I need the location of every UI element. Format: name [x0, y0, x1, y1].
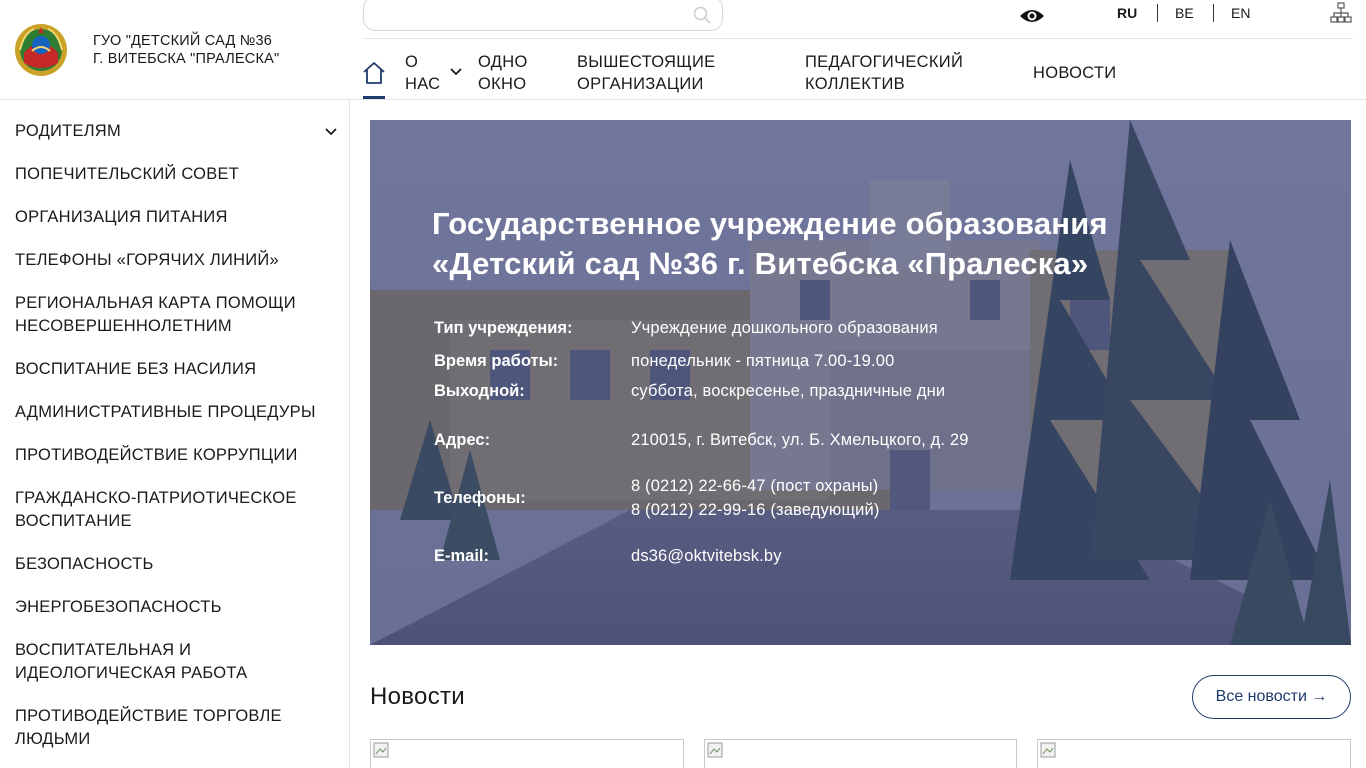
sidebar-item-label: ПРОТИВОДЕЙСТВИЕ КОРРУПЦИИ: [15, 446, 298, 464]
hero-title-line: «Детский сад №36 г. Витебска «Пралеска»: [432, 246, 1089, 281]
sidebar-item-hotlines[interactable]: ТЕЛЕФОНЫ «ГОРЯЧИХ ЛИНИЙ»: [15, 249, 335, 272]
chevron-down-icon[interactable]: [324, 127, 338, 137]
lang-ru[interactable]: RU: [1117, 4, 1137, 22]
info-value-hours: понедельник - пятница 7.00-19.00: [631, 352, 895, 370]
nav-item-about[interactable]: О НАС: [405, 51, 440, 95]
sidebar-item-label: РОДИТЕЛЯМ: [15, 122, 121, 140]
hero-banner: Государственное учреждение образования «…: [370, 120, 1351, 645]
news-card[interactable]: [704, 739, 1017, 768]
home-icon[interactable]: [362, 60, 386, 86]
search-input[interactable]: [364, 0, 664, 30]
coat-of-arms-logo[interactable]: [14, 23, 68, 77]
eye-icon[interactable]: [1019, 6, 1045, 26]
info-label-phones: Телефоны:: [434, 489, 526, 507]
hero-title: Государственное учреждение образования «…: [432, 204, 1292, 284]
nav-label-line: ПЕДАГОГИЧЕСКИЙ: [805, 53, 964, 71]
org-name-line1: ГУО "ДЕТСКИЙ САД №36: [93, 33, 273, 49]
all-news-button[interactable]: Все новости →: [1192, 675, 1351, 719]
info-label-address: Адрес:: [434, 431, 491, 449]
sidebar-item-ideological-work[interactable]: ВОСПИТАТЕЛЬНАЯ И ИДЕОЛОГИЧЕСКАЯ РАБОТА: [15, 639, 335, 685]
lang-be[interactable]: BE: [1175, 4, 1194, 22]
lang-divider: [1157, 4, 1158, 22]
nav-label-line: ОРГАНИЗАЦИИ: [577, 75, 704, 93]
sidebar-item-label: ПОПЕЧИТЕЛЬСКИЙ СОВЕТ: [15, 165, 240, 183]
nav-item-teaching-staff[interactable]: ПЕДАГОГИЧЕСКИЙ КОЛЛЕКТИВ: [805, 51, 963, 95]
sidebar-item-parents[interactable]: РОДИТЕЛЯМ: [15, 120, 335, 143]
sitemap-icon[interactable]: [1330, 2, 1352, 24]
sidebar-item-regional-help-map[interactable]: РЕГИОНАЛЬНАЯ КАРТА ПОМОЩИ НЕСОВЕРШЕННОЛЕ…: [15, 292, 335, 338]
sidebar-item-label: ТЕЛЕФОНЫ «ГОРЯЧИХ ЛИНИЙ»: [15, 251, 279, 269]
nav-label-line: ОДНО: [478, 53, 528, 71]
nav-label-line: О: [405, 53, 419, 71]
search-box: [363, 0, 723, 31]
nav-label-line: КОЛЛЕКТИВ: [805, 75, 905, 93]
sidebar-item-label: ЛЮДЬМИ: [15, 730, 91, 748]
sidebar-item-label: АДМИНИСТРАТИВНЫЕ ПРОЦЕДУРЫ: [15, 403, 316, 421]
news-card[interactable]: [370, 739, 684, 768]
broken-image-icon: [373, 742, 389, 758]
sidebar-item-safety[interactable]: БЕЗОПАСНОСТЬ: [15, 553, 335, 576]
sidebar-item-label: ГРАЖДАНСКО-ПАТРИОТИЧЕСКОЕ: [15, 489, 297, 507]
sidebar-item-energy-safety[interactable]: ЭНЕРГОБЕЗОПАСНОСТЬ: [15, 596, 335, 619]
nav-item-higher-organizations[interactable]: ВЫШЕСТОЯЩИЕ ОРГАНИЗАЦИИ: [577, 51, 715, 95]
news-card[interactable]: [1037, 739, 1351, 768]
info-label-type: Тип учреждения:: [434, 319, 573, 337]
site-header: ГУО "ДЕТСКИЙ САД №36 Г. ВИТЕБСКА "ПРАЛЕС…: [0, 0, 1366, 100]
nav-item-news[interactable]: НОВОСТИ: [1033, 62, 1116, 84]
sidebar-item-board-of-trustees[interactable]: ПОПЕЧИТЕЛЬСКИЙ СОВЕТ: [15, 163, 335, 186]
info-label-days-off: Выходной:: [434, 382, 525, 400]
header-divider: [363, 38, 1353, 39]
info-label-hours: Время работы:: [434, 352, 559, 370]
sidebar-item-anti-corruption[interactable]: ПРОТИВОДЕЙСТВИЕ КОРРУПЦИИ: [15, 444, 335, 467]
info-label-email: E-mail:: [434, 547, 490, 565]
sidebar-item-label: ВОСПИТАНИЕ БЕЗ НАСИЛИЯ: [15, 360, 257, 378]
broken-image-icon: [1040, 742, 1056, 758]
sidebar-item-label: НЕСОВЕРШЕННОЛЕТНИМ: [15, 317, 232, 335]
sidebar-item-admin-procedures[interactable]: АДМИНИСТРАТИВНЫЕ ПРОЦЕДУРЫ: [15, 401, 335, 424]
org-name-line2: Г. ВИТЕБСКА "ПРАЛЕСКА": [93, 51, 280, 67]
lang-en[interactable]: EN: [1231, 4, 1250, 22]
info-value-days-off: суббота, воскресенье, праздничные дни: [631, 382, 946, 400]
chevron-down-icon[interactable]: [450, 67, 462, 77]
nav-label-line: ОКНО: [478, 75, 527, 93]
sidebar-item-label: ВОСПИТАНИЕ: [15, 512, 132, 530]
sidebar-item-label: ИДЕОЛОГИЧЕСКАЯ РАБОТА: [15, 664, 248, 682]
sidebar-item-patriotic-education[interactable]: ГРАЖДАНСКО-ПАТРИОТИЧЕСКОЕ ВОСПИТАНИЕ: [15, 487, 335, 533]
sidebar-item-catering[interactable]: ОРГАНИЗАЦИЯ ПИТАНИЯ: [15, 206, 335, 229]
sidebar-item-label: ОРГАНИЗАЦИЯ ПИТАНИЯ: [15, 208, 228, 226]
sidebar-item-no-violence[interactable]: ВОСПИТАНИЕ БЕЗ НАСИЛИЯ: [15, 358, 335, 381]
sidebar-item-label: РЕГИОНАЛЬНАЯ КАРТА ПОМОЩИ: [15, 294, 296, 312]
info-value-type: Учреждение дошкольного образования: [631, 319, 938, 337]
lang-divider: [1213, 4, 1214, 22]
org-name[interactable]: ГУО "ДЕТСКИЙ САД №36 Г. ВИТЕБСКА "ПРАЛЕС…: [93, 32, 279, 68]
info-value-address: 210015, г. Витебск, ул. Б. Хмельцкого, д…: [631, 431, 969, 449]
nav-label-line: НАС: [405, 75, 441, 93]
search-icon[interactable]: [692, 5, 712, 25]
home-active-indicator: [363, 96, 385, 99]
broken-image-icon: [707, 742, 723, 758]
nav-label-line: ВЫШЕСТОЯЩИЕ: [577, 53, 716, 71]
sidebar-item-label: ВОСПИТАТЕЛЬНАЯ И: [15, 641, 192, 659]
sidebar-item-label: ПРОТИВОДЕЙСТВИЕ ТОРГОВЛЕ: [15, 707, 282, 725]
info-value-phone-head[interactable]: 8 (0212) 22-99-16 (заведующий): [631, 498, 880, 522]
info-value-email[interactable]: ds36@oktvitebsk.by: [631, 544, 782, 568]
nav-item-one-window[interactable]: ОДНО ОКНО: [478, 51, 528, 95]
sidebar-item-anti-trafficking[interactable]: ПРОТИВОДЕЙСТВИЕ ТОРГОВЛЕ ЛЮДЬМИ: [15, 705, 335, 751]
hero-title-line: Государственное учреждение образования: [432, 206, 1108, 241]
nav-label-line: НОВОСТИ: [1033, 64, 1117, 82]
info-value-phone-security[interactable]: 8 (0212) 22-66-47 (пост охраны): [631, 474, 878, 498]
sidebar-item-label: БЕЗОПАСНОСТЬ: [15, 555, 154, 573]
sidebar-item-label: ЭНЕРГОБЕЗОПАСНОСТЬ: [15, 598, 222, 616]
news-heading: Новости: [370, 683, 466, 710]
